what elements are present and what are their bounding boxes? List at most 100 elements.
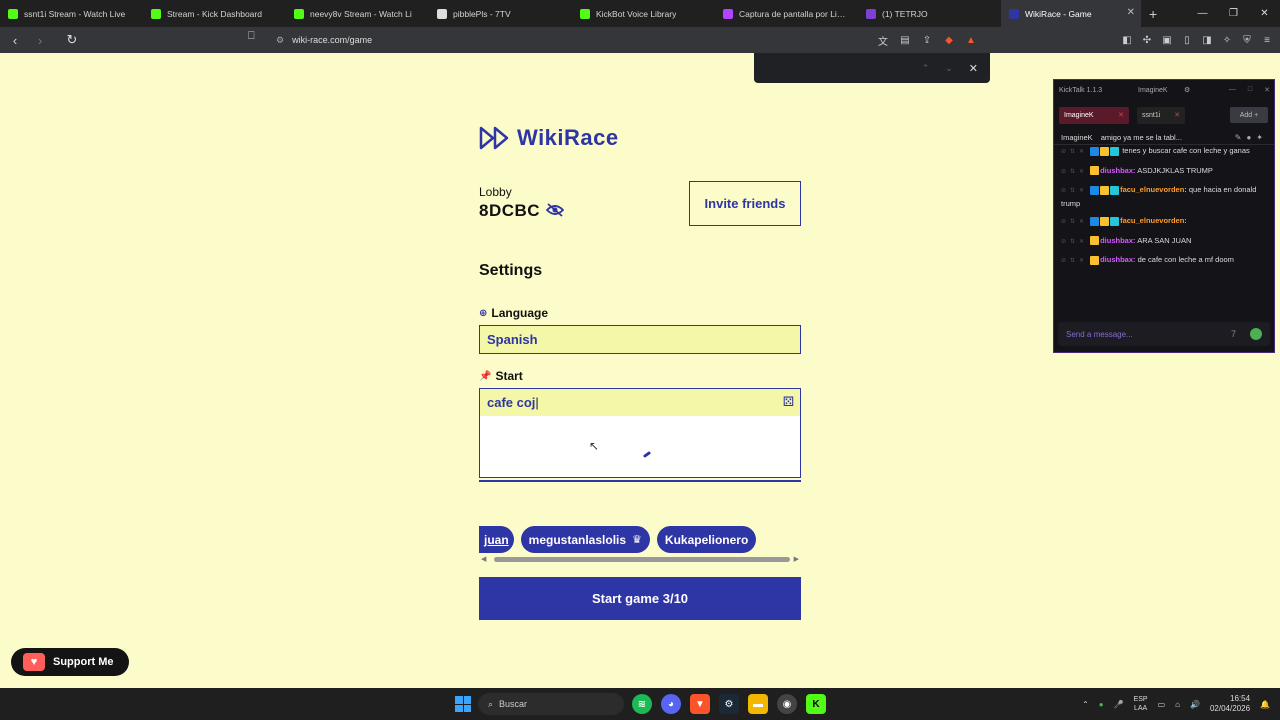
media-icon[interactable]: ▣: [1160, 30, 1174, 50]
start-game-button[interactable]: Start game 3/10: [479, 577, 801, 620]
maximize-icon[interactable]: ❐: [1218, 0, 1249, 27]
puzzle-icon[interactable]: ✣: [1140, 30, 1154, 50]
chat-username[interactable]: diushbax:: [1100, 166, 1135, 175]
back-icon[interactable]: ‹: [5, 30, 25, 50]
kick-icon[interactable]: K: [806, 694, 826, 714]
mic-icon[interactable]: 🎤: [1114, 700, 1124, 709]
language-indicator[interactable]: ESP LAA: [1134, 695, 1148, 713]
start-article-input[interactable]: cafe coj | ⚄: [479, 388, 801, 417]
close-icon[interactable]: ✕: [1264, 86, 1270, 94]
browser-tab[interactable]: neevy8v Stream - Watch Li: [286, 0, 429, 27]
scroll-right-icon[interactable]: ▶: [794, 555, 799, 563]
steam-icon[interactable]: ⚙: [719, 694, 739, 714]
find-next-icon[interactable]: ⌄: [945, 63, 953, 74]
windows-start-icon[interactable]: [455, 696, 471, 712]
leo-icon[interactable]: ✧: [1220, 30, 1234, 50]
browser-tab[interactable]: Captura de pantalla por Lightsh: [715, 0, 858, 27]
find-prev-icon[interactable]: ⌃: [922, 63, 930, 74]
chat-scrollbar[interactable]: [1269, 145, 1272, 289]
mod-actions-icon[interactable]: ⊘⇅✕: [1061, 169, 1088, 175]
site-info-icon[interactable]: ⚙: [276, 35, 284, 46]
new-tab-button[interactable]: +: [1149, 6, 1157, 22]
support-me-button[interactable]: ♥ Support Me: [11, 648, 129, 676]
scrollbar-thumb[interactable]: [494, 557, 790, 562]
clock[interactable]: 16:54 02/04/2026: [1210, 694, 1250, 714]
chat-tab[interactable]: ImagineK ✕: [1059, 106, 1129, 124]
taskbar-search[interactable]: ⌕ Buscar: [478, 693, 624, 715]
reload-icon[interactable]: ↻: [62, 30, 82, 50]
language-label: ⊕ Language: [479, 306, 548, 320]
reader-icon[interactable]: ▤: [898, 30, 912, 50]
add-chat-button[interactable]: Add +: [1230, 107, 1268, 123]
chat-tab[interactable]: ssnt1i ✕: [1137, 106, 1185, 124]
minimize-icon[interactable]: —: [1187, 0, 1218, 27]
language-select[interactable]: Spanish: [479, 325, 801, 354]
translate-icon[interactable]: 文: [876, 30, 890, 50]
chat-username[interactable]: diushbax:: [1100, 236, 1135, 245]
player-scrollbar[interactable]: ◀ ▶: [479, 556, 801, 563]
clock-date: 02/04/2026: [1209, 704, 1251, 713]
obs-icon[interactable]: ◉: [777, 694, 797, 714]
scroll-left-icon[interactable]: ◀: [481, 555, 486, 563]
wallet-icon[interactable]: ◨: [1200, 30, 1214, 50]
kicktalk-user[interactable]: ImagineK: [1138, 87, 1168, 94]
player-chip[interactable]: juan: [479, 526, 514, 553]
bookmark-icon[interactable]: ⎕: [248, 30, 255, 43]
chat-input[interactable]: Send a message... 7: [1058, 322, 1270, 346]
browser-tab[interactable]: WikiRace - Game ✕: [1001, 0, 1141, 27]
chat-username[interactable]: facu_elnuevorden:: [1120, 216, 1187, 225]
mod-actions-icon[interactable]: ⊘⇅✕: [1061, 219, 1088, 225]
browser-tab[interactable]: Stream - Kick Dashboard: [143, 0, 286, 27]
browser-tab[interactable]: ssnt1i Stream - Watch Live: [0, 0, 143, 27]
player-chip[interactable]: megustanlaslolis ♛: [520, 526, 650, 553]
chat-username[interactable]: facu_elnuevorden:: [1120, 185, 1187, 194]
chat-username[interactable]: diushbax:: [1100, 255, 1135, 264]
maximize-icon[interactable]: □: [1248, 86, 1252, 94]
folder-icon[interactable]: ▬: [748, 694, 768, 714]
chevron-up-icon[interactable]: ⌃: [1082, 700, 1089, 709]
vpn-icon[interactable]: ⛨: [1240, 30, 1254, 50]
notification-icon[interactable]: 🔔: [1260, 700, 1270, 709]
browser-tab[interactable]: pibblePls - 7TV: [429, 0, 572, 27]
minimize-icon[interactable]: —: [1229, 86, 1236, 94]
brave-icon[interactable]: ▼: [690, 694, 710, 714]
gear-icon[interactable]: ⚙: [1184, 86, 1190, 94]
random-dice-icon[interactable]: ⚄: [783, 394, 794, 410]
close-tab-icon[interactable]: ✕: [1127, 7, 1135, 18]
network-icon[interactable]: ⌂: [1175, 700, 1180, 709]
close-tab-icon[interactable]: ✕: [1118, 111, 1124, 119]
display-icon[interactable]: ▭: [1158, 700, 1166, 709]
address-bar-actions: 文 ▤ ⇪ ◆ ▲: [876, 30, 978, 50]
close-window-icon[interactable]: ✕: [1249, 0, 1280, 27]
spotify-icon[interactable]: ≋: [632, 694, 652, 714]
7tv-emote-icon[interactable]: 7: [1231, 329, 1236, 339]
browser-tab[interactable]: KickBot Voice Library: [572, 0, 715, 27]
search-icon: ⌕: [488, 698, 494, 709]
brave-rewards-icon[interactable]: ▲: [964, 30, 978, 50]
browser-tab-label: KickBot Voice Library: [596, 8, 677, 19]
browser-tab-bar: ssnt1i Stream - Watch Live Stream - Kick …: [0, 0, 1280, 27]
mod-actions-icon[interactable]: ⊘⇅✕: [1061, 258, 1088, 264]
sidebar-icon[interactable]: ▯: [1180, 30, 1194, 50]
find-close-icon[interactable]: ✕: [969, 62, 978, 75]
mod-actions-icon[interactable]: ⊘⇅✕: [1061, 188, 1088, 194]
volume-icon[interactable]: 🔊: [1190, 700, 1200, 709]
mod-actions-icon[interactable]: ⊘⇅✕: [1061, 149, 1088, 155]
browser-tab-label: WikiRace - Game: [1025, 8, 1092, 19]
close-tab-icon[interactable]: ✕: [1174, 111, 1180, 119]
share-icon[interactable]: ⇪: [920, 30, 934, 50]
player-chip[interactable]: Kukapelionero: [656, 526, 757, 553]
forward-icon[interactable]: ›: [30, 30, 50, 50]
invite-friends-button[interactable]: Invite friends: [689, 181, 801, 226]
pin-actions-icon[interactable]: ✎●✦: [1235, 133, 1268, 142]
extension-icon[interactable]: ◧: [1120, 30, 1134, 50]
brave-shields-icon[interactable]: ◆: [942, 30, 956, 50]
emoji-icon[interactable]: [1250, 328, 1262, 340]
settings-title: Settings: [479, 262, 543, 279]
discord-icon[interactable]: ◕: [661, 694, 681, 714]
mod-actions-icon[interactable]: ⊘⇅✕: [1061, 239, 1088, 245]
lobby-code: 8DCBC: [479, 201, 565, 221]
menu-icon[interactable]: ≡: [1260, 30, 1274, 50]
browser-tab[interactable]: (1) TETRJO: [858, 0, 1001, 27]
hide-eye-icon[interactable]: [545, 202, 565, 220]
